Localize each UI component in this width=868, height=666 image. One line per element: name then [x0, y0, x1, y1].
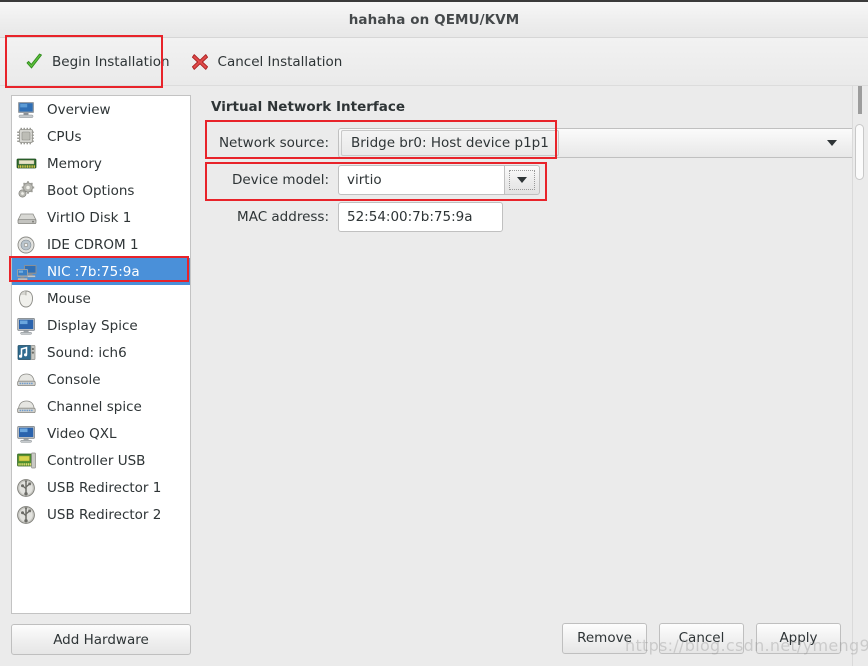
usb-icon	[16, 505, 38, 525]
add-hardware-button[interactable]: Add Hardware	[11, 624, 191, 655]
gears-icon	[16, 180, 38, 201]
chevron-down-icon	[827, 140, 837, 146]
vertical-scrollbar[interactable]	[852, 86, 868, 666]
sidebar-item-video-qxl[interactable]: Video QXL	[12, 420, 190, 447]
titlebar: hahaha on QEMU/KVM	[0, 0, 868, 38]
sidebar-item-nic-7b-75-9a[interactable]: NIC :7b:75:9a	[12, 258, 190, 285]
scrollbar-thumb[interactable]	[855, 124, 864, 180]
sidebar-item-label: Channel spice	[47, 398, 142, 415]
window-title: hahaha on QEMU/KVM	[348, 11, 520, 28]
red-x-icon	[190, 52, 210, 72]
hardware-list[interactable]: Overview CPUs Memory Boot Options VirtIO Dis…	[11, 95, 191, 614]
sidebar-item-boot-options[interactable]: Boot Options	[12, 177, 190, 204]
network-source-value: Bridge br0: Host device p1p1	[341, 130, 559, 156]
remove-label: Remove	[577, 630, 632, 646]
hardware-pane: Overview CPUs Memory Boot Options VirtIO Dis…	[0, 86, 202, 666]
begin-installation-label: Begin Installation	[52, 53, 170, 70]
network-source-combo[interactable]: Bridge br0: Host device p1p1	[338, 128, 858, 158]
cancel-installation-button[interactable]: Cancel Installation	[180, 43, 353, 81]
chevron-down-icon	[517, 177, 527, 183]
add-hardware-label: Add Hardware	[53, 631, 149, 648]
sidebar-item-console[interactable]: Console	[12, 366, 190, 393]
mac-address-label: MAC address:	[237, 209, 329, 225]
sidebar-item-label: Console	[47, 371, 101, 388]
sidebar-item-label: CPUs	[47, 128, 82, 145]
mouse-icon	[16, 289, 38, 309]
sidebar-item-label: Memory	[47, 155, 102, 172]
network-card-icon	[16, 262, 38, 282]
device-model-combo[interactable]: virtio	[338, 165, 540, 195]
toolbar: Begin Installation Cancel Installation	[0, 38, 868, 86]
begin-installation-button[interactable]: Begin Installation	[14, 43, 180, 81]
sidebar-item-usb-redirector-1[interactable]: USB Redirector 1	[12, 474, 190, 501]
sidebar-item-label: Video QXL	[47, 425, 117, 442]
scrollbar-mark-top	[858, 86, 862, 114]
console-icon	[16, 397, 38, 417]
harddisk-icon	[16, 208, 38, 228]
sidebar-item-usb-redirector-2[interactable]: USB Redirector 2	[12, 501, 190, 528]
optical-disc-icon	[16, 235, 38, 255]
sidebar-item-mouse[interactable]: Mouse	[12, 285, 190, 312]
sidebar-item-label: Overview	[47, 101, 111, 118]
details-pane: Virtual Network Interface Network source…	[202, 86, 868, 666]
device-model-dropdown-button[interactable]	[504, 165, 540, 195]
device-model-row: Device model: virtio	[209, 165, 868, 195]
watermark: https://blog.csdn.net/ymeng9527	[625, 636, 868, 655]
controller-card-icon	[16, 451, 38, 471]
sidebar-item-memory[interactable]: Memory	[12, 150, 190, 177]
network-source-row: Network source: Bridge br0: Host device …	[209, 128, 868, 158]
display-icon	[16, 424, 38, 444]
sidebar-item-label: Sound: ich6	[47, 344, 127, 361]
sidebar-item-ide-cdrom-1[interactable]: IDE CDROM 1	[12, 231, 190, 258]
mac-address-row: MAC address: 52:54:00:7b:75:9a	[209, 202, 868, 232]
device-model-label: Device model:	[231, 172, 329, 188]
console-icon	[16, 370, 38, 390]
sidebar-item-label: USB Redirector 2	[47, 506, 162, 523]
sidebar-item-virtio-disk-1[interactable]: VirtIO Disk 1	[12, 204, 190, 231]
sidebar-item-overview[interactable]: Overview	[12, 96, 190, 123]
display-icon	[16, 316, 38, 336]
sidebar-item-label: Boot Options	[47, 182, 135, 199]
sidebar-item-label: USB Redirector 1	[47, 479, 162, 496]
device-model-input[interactable]: virtio	[338, 165, 504, 195]
sidebar-item-cpus[interactable]: CPUs	[12, 123, 190, 150]
sidebar-item-channel-spice[interactable]: Channel spice	[12, 393, 190, 420]
cancel-installation-label: Cancel Installation	[217, 53, 343, 70]
sidebar-item-label: NIC :7b:75:9a	[47, 263, 140, 280]
page-title: Virtual Network Interface	[211, 99, 406, 115]
sidebar-item-label: IDE CDROM 1	[47, 236, 139, 253]
sidebar-item-label: VirtIO Disk 1	[47, 209, 132, 226]
sidebar-item-label: Controller USB	[47, 452, 146, 469]
sidebar-item-label: Mouse	[47, 290, 91, 307]
cpu-chip-icon	[16, 127, 38, 147]
mac-address-input[interactable]: 52:54:00:7b:75:9a	[338, 202, 503, 232]
sound-card-icon	[16, 343, 38, 363]
virt-manager-window: hahaha on QEMU/KVM Begin Installation Ca…	[0, 0, 868, 666]
memory-module-icon	[16, 154, 38, 174]
sidebar-item-sound-ich6[interactable]: Sound: ich6	[12, 339, 190, 366]
sidebar-item-display-spice[interactable]: Display Spice	[12, 312, 190, 339]
green-check-icon	[24, 52, 44, 72]
computer-icon	[16, 100, 38, 120]
sidebar-item-controller-usb[interactable]: Controller USB	[12, 447, 190, 474]
sidebar-item-label: Display Spice	[47, 317, 138, 334]
usb-icon	[16, 478, 38, 498]
network-source-label: Network source:	[218, 135, 329, 151]
content-area: Overview CPUs Memory Boot Options VirtIO Dis…	[0, 86, 868, 666]
